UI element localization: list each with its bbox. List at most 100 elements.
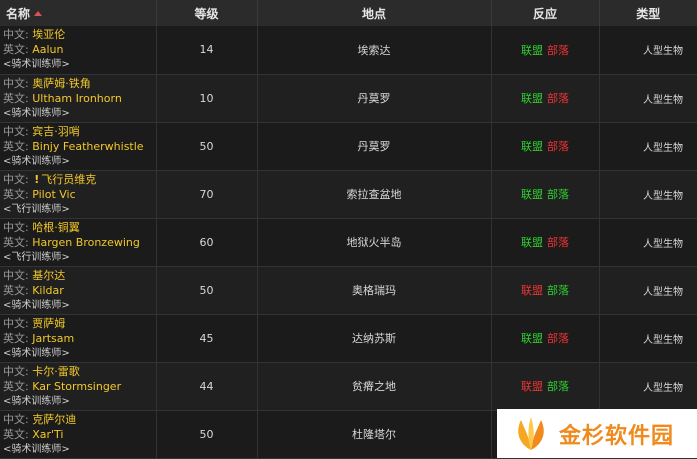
column-header-name-label: 名称 — [6, 6, 31, 21]
npc-subtitle: <飞行训练师> — [3, 251, 70, 263]
name-cell[interactable]: 中文: 埃亚伦 英文: Aalun <骑术训练师> — [0, 26, 157, 75]
level-cell: 50 — [156, 266, 258, 315]
table-row[interactable]: 中文: 埃亚伦 英文: Aalun <骑术训练师> 14 埃索达 联盟 部落 人型生物 — [0, 26, 697, 75]
npc-name-cn[interactable]: 奥萨姆·铁角 — [32, 77, 91, 90]
column-header-name[interactable]: 名称 — [0, 0, 157, 26]
column-header-reaction[interactable]: 反应 — [491, 0, 600, 26]
npc-name-en[interactable]: Jartsam — [32, 332, 74, 345]
table-header-row: 名称 等级 地点 反应 类型 — [0, 0, 697, 26]
npc-name-cn[interactable]: 飞行员维克 — [41, 173, 96, 186]
name-cell[interactable]: 中文: 贾萨姆 英文: Jartsam <骑术训练师> — [0, 314, 157, 363]
npc-name-en[interactable]: Kildar — [32, 284, 64, 297]
table-row[interactable]: 中文: 基尔达 英文: Kildar <骑术训练师> 50 奥格瑞玛 联盟 部落 人型生物 — [0, 266, 697, 315]
type-cell: 人型生物 — [599, 170, 697, 219]
reaction-alliance: 联盟 — [521, 284, 543, 297]
npc-name-en[interactable]: Kar Stormsinger — [32, 380, 121, 393]
cn-label: 中文: — [3, 220, 29, 234]
npc-name-en[interactable]: Aalun — [32, 43, 63, 56]
watermark-logo-icon — [518, 416, 544, 450]
level-cell: 60 — [156, 218, 258, 267]
reaction-cell: 联盟 部落 — [491, 266, 600, 315]
reaction-cell: 联盟 部落 — [491, 314, 600, 363]
npc-name-cn[interactable]: 贾萨姆 — [32, 317, 65, 330]
npc-name-en[interactable]: Xar'Ti — [32, 428, 63, 441]
location-cell[interactable]: 埃索达 — [257, 26, 492, 75]
en-label: 英文: — [3, 187, 29, 201]
location-cell[interactable]: 索拉查盆地 — [257, 170, 492, 219]
reaction-cell: 联盟 部落 — [491, 122, 600, 171]
reaction-alliance: 联盟 — [521, 332, 543, 345]
cn-label: 中文: — [3, 124, 29, 138]
npc-subtitle: <骑术训练师> — [3, 107, 70, 119]
level-cell: 44 — [156, 362, 258, 411]
table-row[interactable]: 中文: 哈根·铜翼 英文: Hargen Bronzewing <飞行训练师> 60 地… — [0, 218, 697, 267]
en-label: 英文: — [3, 331, 29, 345]
location-cell[interactable]: 贫瘠之地 — [257, 362, 492, 411]
reaction-cell: 联盟 部落 — [491, 74, 600, 123]
type-cell: 人型生物 — [599, 26, 697, 75]
location-cell[interactable]: 丹莫罗 — [257, 122, 492, 171]
type-cell: 人型生物 — [599, 218, 697, 267]
npc-name-en[interactable]: Pilot Vic — [32, 188, 75, 201]
npc-name-cn[interactable]: 基尔达 — [32, 269, 65, 282]
en-label: 英文: — [3, 427, 29, 441]
npc-name-cn[interactable]: 卡尔·雷歌 — [32, 365, 80, 378]
type-cell: 人型生物 — [599, 362, 697, 411]
npc-subtitle: <骑术训练师> — [3, 395, 70, 407]
reaction-cell: 联盟 部落 — [491, 218, 600, 267]
en-label: 英文: — [3, 91, 29, 105]
name-cell[interactable]: 中文: ! 飞行员维克 英文: Pilot Vic <飞行训练师> — [0, 170, 157, 219]
name-cell[interactable]: 中文: 基尔达 英文: Kildar <骑术训练师> — [0, 266, 157, 315]
table-body: 中文: 埃亚伦 英文: Aalun <骑术训练师> 14 埃索达 联盟 部落 人型生物 中文: … — [0, 26, 697, 459]
reaction-cell: 联盟 部落 — [491, 26, 600, 75]
type-cell: 人型生物 — [599, 74, 697, 123]
cn-label: 中文: — [3, 172, 29, 186]
type-cell: 人型生物 — [599, 314, 697, 363]
name-cell[interactable]: 中文: 奥萨姆·铁角 英文: Ultham Ironhorn <骑术训练师> — [0, 74, 157, 123]
column-header-type[interactable]: 类型 — [599, 0, 697, 26]
level-cell: 14 — [156, 26, 258, 75]
table-row[interactable]: 中文: ! 飞行员维克 英文: Pilot Vic <飞行训练师> 70 索拉查盆地 联盟部… — [0, 170, 697, 219]
npc-subtitle: <骑术训练师> — [3, 347, 70, 359]
watermark-text: 金杉软件园 — [559, 423, 675, 449]
location-cell[interactable]: 杜隆塔尔 — [257, 410, 492, 459]
table-row[interactable]: 中文: 卡尔·雷歌 英文: Kar Stormsinger <骑术训练师> 44 贫瘠之… — [0, 362, 697, 411]
npc-name-cn[interactable]: 哈根·铜翼 — [32, 221, 80, 234]
npc-name-en[interactable]: Ultham Ironhorn — [32, 92, 122, 105]
npc-name-en[interactable]: Binjy Featherwhistle — [32, 140, 143, 153]
cn-label: 中文: — [3, 316, 29, 330]
npc-name-en[interactable]: Hargen Bronzewing — [32, 236, 140, 249]
reaction-horde: 部落 — [547, 332, 569, 345]
name-cell[interactable]: 中文: 哈根·铜翼 英文: Hargen Bronzewing <飞行训练师> — [0, 218, 157, 267]
cn-label: 中文: — [3, 412, 29, 426]
cn-label: 中文: — [3, 76, 29, 90]
npc-name-cn[interactable]: 克萨尔迪 — [32, 413, 76, 426]
column-header-location[interactable]: 地点 — [257, 0, 492, 26]
reaction-horde: 部落 — [547, 284, 569, 297]
table-row[interactable]: 中文: 贾萨姆 英文: Jartsam <骑术训练师> 45 达纳苏斯 联盟 部落 人型生物 — [0, 314, 697, 363]
name-cell[interactable]: 中文: 宾吉·羽哨 英文: Binjy Featherwhistle <骑术训练师> — [0, 122, 157, 171]
table-row[interactable]: 中文: 奥萨姆·铁角 英文: Ultham Ironhorn <骑术训练师> 10 丹莫… — [0, 74, 697, 123]
name-cell[interactable]: 中文: 克萨尔迪 英文: Xar'Ti <骑术训练师> — [0, 410, 157, 459]
reaction-alliance: 联盟 — [521, 43, 543, 57]
table-row[interactable]: 中文: 宾吉·羽哨 英文: Binjy Featherwhistle <骑术训练师>… — [0, 122, 697, 171]
location-cell[interactable]: 地狱火半岛 — [257, 218, 492, 267]
level-cell: 70 — [156, 170, 258, 219]
npc-name-cn[interactable]: 宾吉·羽哨 — [32, 125, 80, 138]
watermark: 金杉软件园 — [497, 409, 697, 458]
name-cell[interactable]: 中文: 卡尔·雷歌 英文: Kar Stormsinger <骑术训练师> — [0, 362, 157, 411]
reaction-alliance: 联盟 — [521, 188, 543, 201]
level-cell: 45 — [156, 314, 258, 363]
location-cell[interactable]: 奥格瑞玛 — [257, 266, 492, 315]
location-cell[interactable]: 达纳苏斯 — [257, 314, 492, 363]
column-header-level[interactable]: 等级 — [156, 0, 258, 26]
npc-subtitle: <骑术训练师> — [3, 299, 70, 311]
reaction-horde: 部落 — [547, 43, 569, 57]
quest-exclamation-icon: ! — [34, 172, 40, 186]
location-cell[interactable]: 丹莫罗 — [257, 74, 492, 123]
level-cell: 10 — [156, 74, 258, 123]
reaction-alliance: 联盟 — [521, 380, 543, 393]
en-label: 英文: — [3, 379, 29, 393]
npc-name-cn[interactable]: 埃亚伦 — [32, 28, 65, 41]
reaction-horde: 部落 — [547, 92, 569, 105]
